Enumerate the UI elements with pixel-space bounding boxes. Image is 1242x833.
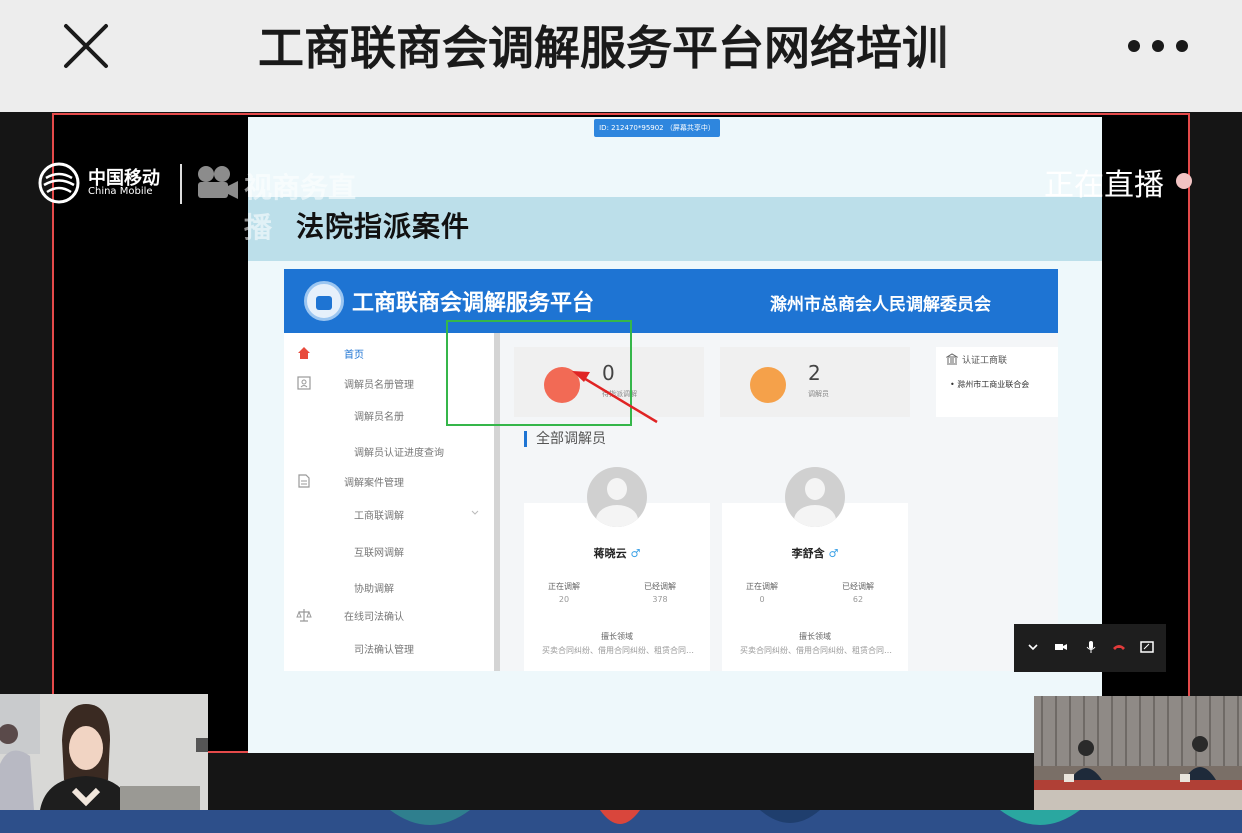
- divider: [180, 164, 182, 204]
- decorative-bottom-strip: [0, 810, 1242, 833]
- completed-value: 62: [852, 595, 864, 604]
- chevron-down-icon[interactable]: [1026, 640, 1040, 654]
- chevron-down-icon[interactable]: [470, 508, 480, 518]
- bank-icon: [946, 353, 958, 365]
- expertise-label: 擅长领域: [601, 632, 633, 641]
- top-bar: 工商联商会调解服务平台网络培训: [0, 0, 1242, 112]
- app-logo: [304, 281, 344, 321]
- expertise-label: 擅长领域: [799, 632, 831, 641]
- user-card-icon: [297, 376, 311, 390]
- live-video: ID: 212470*95902 （屏幕共享中） 法院指派案件 工商联商会调解服…: [0, 112, 1242, 833]
- completed-label: 已经调解: [842, 582, 874, 591]
- live-status: 正在直播: [1044, 168, 1164, 203]
- in-progress-label: 正在调解: [746, 582, 778, 591]
- in-progress-value: 0: [759, 595, 765, 604]
- presenter-video-feed[interactable]: [0, 694, 208, 810]
- nav-certification-progress[interactable]: 调解员认证进度查询: [354, 444, 444, 459]
- male-icon: ♂: [630, 547, 641, 560]
- decorative-pattern: [390, 810, 1080, 825]
- avatar: [785, 467, 845, 527]
- nav-federation-mediation[interactable]: 工商联调解: [354, 507, 404, 522]
- mediator-card[interactable]: 蒋晓云 ♂ 正在调解 20 已经调解 378 擅长领域 买卖合同纠纷、借用合同纠…: [524, 503, 710, 671]
- broadcaster-brand: 中国移动 China Mobile 视商务直播: [38, 160, 382, 244]
- in-progress-label: 正在调解: [548, 582, 580, 591]
- mediator-name: 蒋晓云 ♂: [593, 547, 641, 560]
- camera-icon[interactable]: [1054, 640, 1068, 654]
- hang-up-icon[interactable]: [1112, 640, 1126, 654]
- nav-mediator-roster[interactable]: 调解员名册: [354, 408, 404, 423]
- venue-photo: [1034, 696, 1242, 810]
- microphone-icon[interactable]: [1084, 640, 1098, 654]
- document-icon: [298, 474, 310, 488]
- section-title: 全部调解员: [524, 431, 606, 447]
- mediator-card[interactable]: 李舒含 ♂ 正在调解 0 已经调解 62 擅长领域 买卖合同纠纷、借用合同纠纷、…: [722, 503, 908, 671]
- presenter-photo: [0, 694, 208, 810]
- expertise-fields: 买卖合同纠纷、借用合同纠纷、租赁合同…: [542, 646, 694, 655]
- completed-value: 378: [652, 595, 668, 604]
- nav-home[interactable]: 首页: [344, 346, 364, 361]
- cert-item[interactable]: • 滁州市工商业联合会: [950, 379, 1029, 390]
- china-mobile-logo-icon: [38, 162, 80, 204]
- brand-name-en: China Mobile: [88, 186, 153, 197]
- scales-icon: [296, 609, 312, 622]
- nav-online-judicial-confirmation[interactable]: 在线司法确认: [344, 608, 404, 623]
- mediation-app-screenshot: 工商联商会调解服务平台 滁州市总商会人民调解委员会 首页 调解员名册管理 调解员…: [284, 269, 1058, 671]
- meeting-controls: [1014, 624, 1166, 672]
- stat-value: 2: [808, 361, 821, 385]
- highlight-box: [446, 320, 632, 426]
- completed-label: 已经调解: [644, 582, 676, 591]
- org-name: 滁州市总商会人民调解委员会: [770, 295, 991, 315]
- app-header: 工商联商会调解服务平台 滁州市总商会人民调解委员会: [284, 269, 1058, 333]
- stat-mediators[interactable]: 2 调解员: [720, 347, 910, 417]
- close-icon[interactable]: [58, 18, 114, 74]
- nav-internet-mediation[interactable]: 互联网调解: [354, 544, 404, 559]
- screen-icon[interactable]: [1140, 640, 1154, 654]
- video-camera-icon: [198, 166, 238, 199]
- cert-heading: 认证工商联: [962, 356, 1008, 366]
- nav-judicial-confirmation-management[interactable]: 司法确认管理: [354, 641, 414, 656]
- app-title: 工商联商会调解服务平台: [352, 291, 595, 316]
- home-icon: [298, 347, 310, 359]
- venue-video-feed[interactable]: [1034, 696, 1242, 810]
- mediator-name: 李舒含 ♂: [791, 547, 839, 560]
- male-icon: ♂: [828, 547, 839, 560]
- avatar: [587, 467, 647, 527]
- expertise-fields: 买卖合同纠纷、借用合同纠纷、租赁合同…: [740, 646, 892, 655]
- nav-case-management[interactable]: 调解案件管理: [344, 474, 404, 489]
- stat-label: 调解员: [808, 390, 829, 398]
- meeting-id-badge: ID: 212470*95902 （屏幕共享中）: [594, 119, 720, 137]
- more-icon[interactable]: [1128, 38, 1188, 54]
- certified-federation-panel: 认证工商联 • 滁州市工商业联合会: [936, 347, 1058, 417]
- group-icon: [750, 367, 786, 403]
- live-indicator-dot: [1176, 173, 1192, 189]
- in-progress-value: 20: [558, 595, 570, 604]
- nav-assisted-mediation[interactable]: 协助调解: [354, 580, 394, 595]
- nav-mediator-roster-management[interactable]: 调解员名册管理: [344, 376, 414, 391]
- cert-item-label: 滁州市工商业联合会: [957, 380, 1030, 389]
- page-title: 工商联商会调解服务平台网络培训: [258, 18, 1008, 78]
- brand-service: 视商务直播: [244, 171, 357, 244]
